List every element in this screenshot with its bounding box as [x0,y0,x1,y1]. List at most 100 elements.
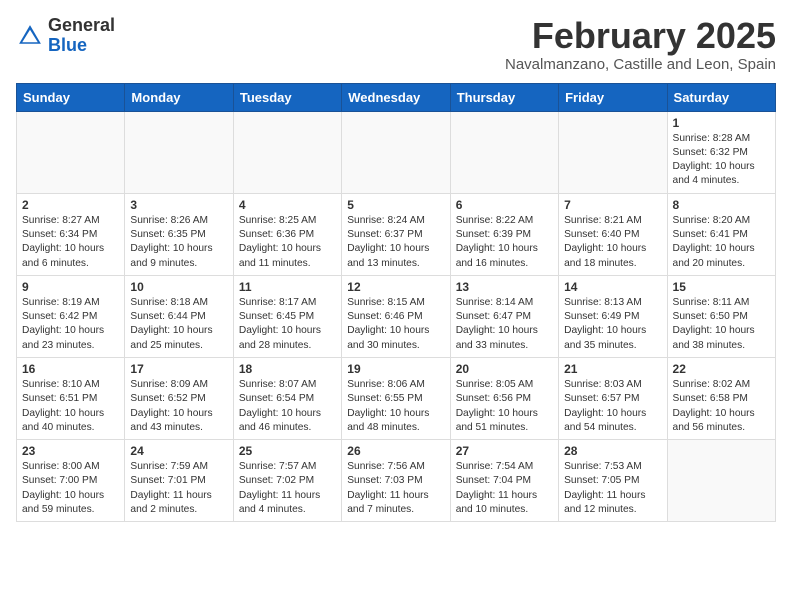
calendar-cell: 4 Sunrise: 8:25 AM Sunset: 6:36 PM Daylig… [233,193,341,275]
calendar-cell [450,111,558,193]
weekday-header-sunday: Sunday [17,83,125,111]
week-row-3: 9 Sunrise: 8:19 AM Sunset: 6:42 PM Daylig… [17,275,776,357]
week-row-4: 16 Sunrise: 8:10 AM Sunset: 6:51 PM Dayli… [17,357,776,439]
weekday-header-friday: Friday [559,83,667,111]
calendar-cell: 15Sunrise: 8:11 AM Sunset: 6:50 PM Dayli… [667,275,775,357]
day-info: Sunrise: 8:10 AM Sunset: 6:51 PM Dayligh… [22,378,119,435]
calendar-cell: 11 Sunrise: 8:17 AM Sunset: 6:45 PM Dayli… [233,275,341,357]
logo-icon [16,22,44,50]
calendar-cell: 14Sunrise: 8:13 AM Sunset: 6:49 PM Dayli… [559,275,667,357]
day-number: 7 [564,198,661,212]
calendar-cell [125,111,233,193]
day-number: 6 [456,198,553,212]
day-info: Sunrise: 8:00 AM Sunset: 7:00 PM Dayligh… [22,460,119,517]
day-info: Sunrise: 8:17 AM Sunset: 6:45 PM Dayligh… [239,296,336,353]
calendar-cell: 25 Sunrise: 7:57 AM Sunset: 7:02 PM Dayli… [233,440,341,522]
month-title: February 2025 [505,16,776,56]
calendar-cell: 22 Sunrise: 8:02 AM Sunset: 6:58 PM Dayli… [667,357,775,439]
day-number: 25 [239,444,336,458]
logo-blue-text: Blue [48,36,115,56]
calendar-cell: 1Sunrise: 8:28 AM Sunset: 6:32 PM Daylig… [667,111,775,193]
day-info: Sunrise: 8:26 AM Sunset: 6:35 PM Dayligh… [130,214,227,271]
calendar-cell [233,111,341,193]
calendar-cell: 23 Sunrise: 8:00 AM Sunset: 7:00 PM Dayli… [17,440,125,522]
day-number: 9 [22,280,119,294]
day-info: Sunrise: 8:07 AM Sunset: 6:54 PM Dayligh… [239,378,336,435]
day-number: 15 [673,280,770,294]
day-info: Sunrise: 8:15 AM Sunset: 6:46 PM Dayligh… [347,296,444,353]
calendar-cell: 16 Sunrise: 8:10 AM Sunset: 6:51 PM Dayli… [17,357,125,439]
day-info: Sunrise: 8:13 AM Sunset: 6:49 PM Dayligh… [564,296,661,353]
day-number: 27 [456,444,553,458]
day-info: Sunrise: 8:02 AM Sunset: 6:58 PM Dayligh… [673,378,770,435]
logo-text: General Blue [48,16,115,56]
day-info: Sunrise: 8:22 AM Sunset: 6:39 PM Dayligh… [456,214,553,271]
day-number: 16 [22,362,119,376]
calendar-cell: 18 Sunrise: 8:07 AM Sunset: 6:54 PM Dayli… [233,357,341,439]
calendar-cell: 7Sunrise: 8:21 AM Sunset: 6:40 PM Daylig… [559,193,667,275]
weekday-header-wednesday: Wednesday [342,83,450,111]
calendar-cell: 10 Sunrise: 8:18 AM Sunset: 6:44 PM Dayli… [125,275,233,357]
day-info: Sunrise: 8:06 AM Sunset: 6:55 PM Dayligh… [347,378,444,435]
day-number: 4 [239,198,336,212]
weekday-header-row: SundayMondayTuesdayWednesdayThursdayFrid… [17,83,776,111]
calendar-cell: 17 Sunrise: 8:09 AM Sunset: 6:52 PM Dayli… [125,357,233,439]
day-info: Sunrise: 7:59 AM Sunset: 7:01 PM Dayligh… [130,460,227,517]
day-number: 19 [347,362,444,376]
day-number: 8 [673,198,770,212]
calendar-cell: 24 Sunrise: 7:59 AM Sunset: 7:01 PM Dayli… [125,440,233,522]
day-number: 3 [130,198,227,212]
day-info: Sunrise: 7:54 AM Sunset: 7:04 PM Dayligh… [456,460,553,517]
calendar-cell [17,111,125,193]
calendar-cell: 28Sunrise: 7:53 AM Sunset: 7:05 PM Dayli… [559,440,667,522]
calendar-cell [667,440,775,522]
day-info: Sunrise: 8:19 AM Sunset: 6:42 PM Dayligh… [22,296,119,353]
logo-general-text: General [48,16,115,36]
day-info: Sunrise: 8:14 AM Sunset: 6:47 PM Dayligh… [456,296,553,353]
day-number: 20 [456,362,553,376]
day-info: Sunrise: 8:24 AM Sunset: 6:37 PM Dayligh… [347,214,444,271]
day-info: Sunrise: 8:25 AM Sunset: 6:36 PM Dayligh… [239,214,336,271]
week-row-5: 23 Sunrise: 8:00 AM Sunset: 7:00 PM Dayli… [17,440,776,522]
day-number: 10 [130,280,227,294]
day-info: Sunrise: 8:03 AM Sunset: 6:57 PM Dayligh… [564,378,661,435]
day-number: 21 [564,362,661,376]
calendar-cell: 3 Sunrise: 8:26 AM Sunset: 6:35 PM Daylig… [125,193,233,275]
title-area: February 2025 Navalmanzano, Castille and… [505,16,776,73]
location-text: Navalmanzano, Castille and Leon, Spain [505,56,776,73]
page-header: General Blue February 2025 Navalmanzano,… [16,16,776,73]
day-number: 24 [130,444,227,458]
day-info: Sunrise: 7:57 AM Sunset: 7:02 PM Dayligh… [239,460,336,517]
day-number: 1 [673,116,770,130]
day-number: 11 [239,280,336,294]
calendar-cell: 2Sunrise: 8:27 AM Sunset: 6:34 PM Daylig… [17,193,125,275]
day-number: 26 [347,444,444,458]
day-info: Sunrise: 8:20 AM Sunset: 6:41 PM Dayligh… [673,214,770,271]
calendar-cell: 8 Sunrise: 8:20 AM Sunset: 6:41 PM Daylig… [667,193,775,275]
calendar-cell: 12 Sunrise: 8:15 AM Sunset: 6:46 PM Dayli… [342,275,450,357]
week-row-2: 2Sunrise: 8:27 AM Sunset: 6:34 PM Daylig… [17,193,776,275]
day-info: Sunrise: 8:09 AM Sunset: 6:52 PM Dayligh… [130,378,227,435]
day-number: 22 [673,362,770,376]
weekday-header-tuesday: Tuesday [233,83,341,111]
day-info: Sunrise: 8:18 AM Sunset: 6:44 PM Dayligh… [130,296,227,353]
calendar-cell [559,111,667,193]
day-number: 18 [239,362,336,376]
logo: General Blue [16,16,115,56]
day-number: 23 [22,444,119,458]
calendar-cell: 6 Sunrise: 8:22 AM Sunset: 6:39 PM Daylig… [450,193,558,275]
calendar-cell [342,111,450,193]
weekday-header-saturday: Saturday [667,83,775,111]
day-number: 17 [130,362,227,376]
day-number: 13 [456,280,553,294]
calendar-cell: 19 Sunrise: 8:06 AM Sunset: 6:55 PM Dayli… [342,357,450,439]
calendar-cell: 5Sunrise: 8:24 AM Sunset: 6:37 PM Daylig… [342,193,450,275]
calendar-cell: 21 Sunrise: 8:03 AM Sunset: 6:57 PM Dayli… [559,357,667,439]
calendar-table: SundayMondayTuesdayWednesdayThursdayFrid… [16,83,776,523]
day-number: 12 [347,280,444,294]
calendar-cell: 9 Sunrise: 8:19 AM Sunset: 6:42 PM Daylig… [17,275,125,357]
day-info: Sunrise: 8:05 AM Sunset: 6:56 PM Dayligh… [456,378,553,435]
weekday-header-thursday: Thursday [450,83,558,111]
calendar-cell: 26Sunrise: 7:56 AM Sunset: 7:03 PM Dayli… [342,440,450,522]
calendar-cell: 20 Sunrise: 8:05 AM Sunset: 6:56 PM Dayli… [450,357,558,439]
